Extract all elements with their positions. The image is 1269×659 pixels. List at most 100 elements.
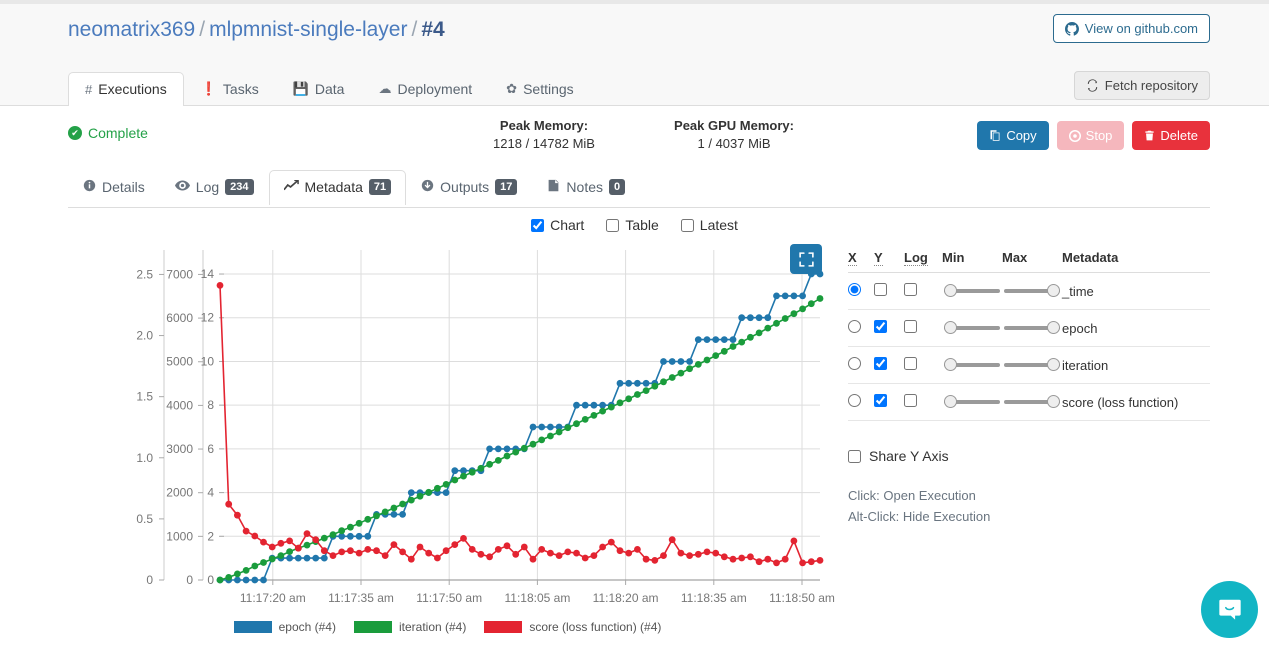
subtab-notes[interactable]: Notes 0 <box>532 170 640 205</box>
log-checkbox-2[interactable] <box>904 357 917 370</box>
row-min-slider-cell[interactable] <box>942 346 1002 384</box>
subtab-outputs[interactable]: Outputs 17 <box>406 170 532 205</box>
svg-text:2.0: 2.0 <box>136 329 153 343</box>
svg-text:0.5: 0.5 <box>136 512 153 526</box>
breadcrumb-repo[interactable]: mlpmnist-single-layer <box>209 18 407 41</box>
toggle-chart[interactable]: Chart <box>531 217 584 233</box>
tab-deployment[interactable]: ☁ Deployment <box>361 72 489 106</box>
table-checkbox[interactable] <box>606 218 620 232</box>
max-slider-0[interactable] <box>1004 284 1060 298</box>
status-label: Complete <box>88 125 148 141</box>
svg-text:2.5: 2.5 <box>136 267 153 281</box>
row-x-radio-cell[interactable] <box>848 383 874 421</box>
breadcrumb-owner[interactable]: neomatrix369 <box>68 18 195 41</box>
max-slider-2[interactable] <box>1004 358 1060 372</box>
subtab-details[interactable]: Details <box>68 170 160 205</box>
column-header-y[interactable]: Y <box>874 250 904 273</box>
row-y-checkbox-cell[interactable] <box>874 309 904 347</box>
row-x-radio-cell[interactable] <box>848 272 874 310</box>
column-header-x[interactable]: X <box>848 250 874 273</box>
metadata-chart[interactable]: 0 0.5 1.0 1.5 2.0 2.5 0 1000 2000 3000 4000 5000 600… <box>60 240 835 640</box>
log-checkbox-0[interactable] <box>904 283 917 296</box>
subtab-metadata[interactable]: Metadata 71 <box>268 170 407 206</box>
x-radio-1[interactable] <box>848 320 861 333</box>
min-slider-1[interactable] <box>944 321 1000 335</box>
row-log-checkbox-cell[interactable] <box>904 272 942 310</box>
tab-settings-label: Settings <box>523 81 574 97</box>
stop-label: Stop <box>1085 128 1113 143</box>
x-radio-2[interactable] <box>848 357 861 370</box>
min-slider-3[interactable] <box>944 395 1000 409</box>
row-min-slider-cell[interactable] <box>942 272 1002 310</box>
delete-button[interactable]: Delete <box>1132 121 1210 150</box>
toggle-table-label: Table <box>625 217 659 233</box>
chart-canvas[interactable]: 0 0.5 1.0 1.5 2.0 2.5 0 1000 2000 3000 4000 5000 600… <box>60 240 835 610</box>
max-slider-1[interactable] <box>1004 321 1060 335</box>
row-max-slider-cell[interactable] <box>1002 309 1062 347</box>
table-row: _time <box>848 272 1210 310</box>
row-y-checkbox-cell[interactable] <box>874 346 904 384</box>
svg-text:14: 14 <box>201 267 215 281</box>
row-y-checkbox-cell[interactable] <box>874 383 904 421</box>
row-min-slider-cell[interactable] <box>942 309 1002 347</box>
min-slider-0[interactable] <box>944 284 1000 298</box>
row-max-slider-cell[interactable] <box>1002 383 1062 421</box>
status-badge: ✔ Complete <box>68 125 148 141</box>
legend-label: iteration (#4) <box>398 620 467 634</box>
column-header-log[interactable]: Log <box>904 250 942 273</box>
legend-item[interactable]: score (loss function) (#4) <box>484 620 661 634</box>
chart-checkbox[interactable] <box>531 218 545 232</box>
y-checkbox-3[interactable] <box>874 394 887 407</box>
y-checkbox-2[interactable] <box>874 357 887 370</box>
legend-swatch <box>233 621 272 633</box>
legend-item[interactable]: iteration (#4) <box>353 620 467 634</box>
y-checkbox-1[interactable] <box>874 320 887 333</box>
subtab-notes-label: Notes <box>566 179 603 195</box>
row-x-radio-cell[interactable] <box>848 346 874 384</box>
toggle-table[interactable]: Table <box>606 217 659 233</box>
view-on-github-button[interactable]: View on github.com <box>1052 14 1210 43</box>
share-y-axis-checkbox[interactable] <box>848 449 861 463</box>
eye-icon <box>174 179 190 195</box>
row-min-slider-cell[interactable] <box>942 383 1002 421</box>
stop-button[interactable]: Stop <box>1056 121 1125 150</box>
row-log-checkbox-cell[interactable] <box>904 383 942 421</box>
svg-text:4000: 4000 <box>166 398 193 412</box>
share-y-axis-toggle[interactable]: Share Y Axis <box>848 448 949 464</box>
gear-icon: ✿ <box>506 81 518 96</box>
log-checkbox-1[interactable] <box>904 320 917 333</box>
expand-chart-button[interactable] <box>790 244 822 274</box>
row-log-checkbox-cell[interactable] <box>904 309 942 347</box>
svg-text:1000: 1000 <box>166 529 193 543</box>
log-checkbox-3[interactable] <box>904 394 917 407</box>
x-radio-3[interactable] <box>848 394 861 407</box>
tab-tasks[interactable]: ❗ Tasks <box>184 72 276 106</box>
latest-checkbox[interactable] <box>680 218 694 232</box>
chat-widget-button[interactable] <box>1201 581 1258 638</box>
svg-text:2: 2 <box>207 529 214 543</box>
fetch-repository-button[interactable]: Fetch repository <box>1073 71 1210 100</box>
subtab-log[interactable]: Log 234 <box>160 170 269 205</box>
x-radio-0[interactable] <box>848 283 861 296</box>
interaction-hints: Click: Open Execution Alt-Click: Hide Ex… <box>848 485 990 527</box>
tab-data[interactable]: 💾 Data <box>276 72 362 106</box>
copy-icon <box>990 130 1000 141</box>
row-y-checkbox-cell[interactable] <box>874 272 904 310</box>
y-checkbox-0[interactable] <box>874 283 887 296</box>
min-slider-2[interactable] <box>944 358 1000 372</box>
svg-text:8: 8 <box>207 398 214 412</box>
legend-swatch <box>484 621 523 633</box>
tab-executions[interactable]: # Executions <box>68 72 184 107</box>
row-x-radio-cell[interactable] <box>848 309 874 347</box>
toggle-chart-label: Chart <box>550 217 585 233</box>
row-max-slider-cell[interactable] <box>1002 272 1062 310</box>
toggle-latest[interactable]: Latest <box>680 217 738 233</box>
legend-item[interactable]: epoch (#4) <box>233 620 336 634</box>
max-slider-3[interactable] <box>1004 395 1060 409</box>
tab-settings[interactable]: ✿ Settings <box>489 72 591 106</box>
copy-button[interactable]: Copy <box>977 121 1049 150</box>
row-max-slider-cell[interactable] <box>1002 346 1062 384</box>
table-row: epoch <box>848 309 1210 347</box>
row-log-checkbox-cell[interactable] <box>904 346 942 384</box>
breadcrumb-run-number[interactable]: #4 <box>421 18 444 41</box>
